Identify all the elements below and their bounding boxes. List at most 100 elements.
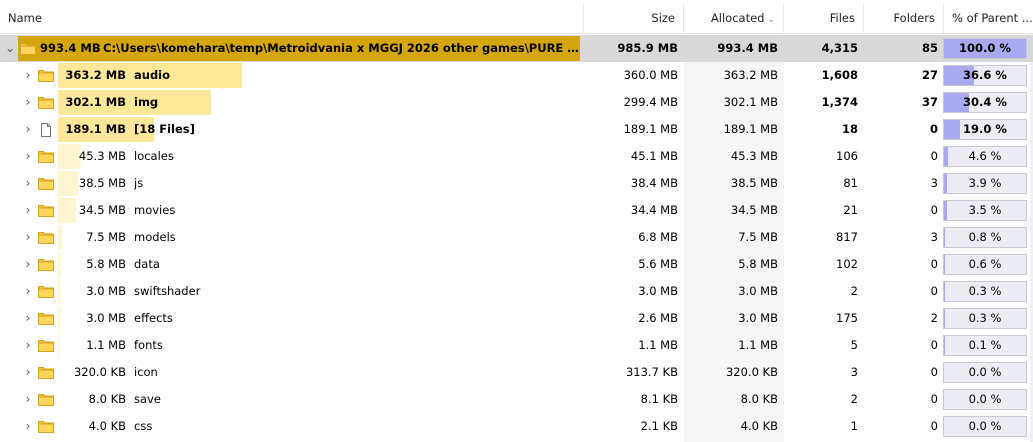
item-name: save [134,392,161,406]
column-allocated-label: Allocated [710,11,765,25]
chevron-right-icon[interactable]: › [22,386,34,413]
column-files[interactable]: Files [784,4,864,33]
item-files: 106 [836,149,858,163]
item-allocated: 3.0 MB [738,284,778,298]
tree-row[interactable]: › 45.3 MB locales 45.1 MB 45.3 MB 106 0 4.6 % [0,143,1033,170]
tree-row[interactable]: › 189.1 MB [18 Files] 189.1 MB 189.1 MB 18 0 19… [0,116,1033,143]
percent-label: 4.6 % [968,149,1002,163]
sort-descending-icon: ⌄ [767,15,775,25]
chevron-right-icon[interactable]: › [22,116,34,143]
chevron-right-icon[interactable]: › [22,143,34,170]
chevron-right-icon[interactable]: › [22,413,34,440]
item-folders: 0 [930,257,938,271]
item-size: 299.4 MB [623,95,678,109]
column-pct[interactable]: % of Parent ... [944,4,1033,33]
folder-icon [38,96,54,109]
chevron-right-icon[interactable]: › [22,305,34,332]
percent-label: 0.0 % [968,392,1002,406]
column-name-label: Name [8,11,42,25]
column-header: Name Size Allocated ⌄ Files Folders % of … [0,4,1033,34]
item-allocated: 34.5 MB [730,203,778,217]
tree-row[interactable]: › 363.2 MB audio 360.0 MB 363.2 MB 1,608 27 36.… [0,62,1033,89]
item-size: 3.0 MB [638,284,678,298]
percent-label: 0.6 % [968,257,1002,271]
folder-icon [38,366,54,379]
percent-bar: 4.6 % [943,146,1027,167]
file-icon [38,123,54,137]
item-allocated: 38.5 MB [730,176,778,190]
chevron-right-icon[interactable]: › [22,332,34,359]
item-name: [18 Files] [134,122,195,136]
root-files: 4,315 [821,41,858,55]
folder-icon [38,69,54,82]
item-files: 2 [850,392,858,406]
tree-row[interactable]: › 8.0 KB save 8.1 KB 8.0 KB 2 0 0.0 % [0,386,1033,413]
item-name: effects [134,311,173,325]
item-name: data [134,257,160,271]
tree-row[interactable]: › 320.0 KB icon 313.7 KB 320.0 KB 3 0 0.0 % [0,359,1033,386]
root-size: 985.9 MB [617,41,678,55]
tree-row[interactable]: › 5.8 MB data 5.6 MB 5.8 MB 102 0 0.6 % [0,251,1033,278]
tree-row[interactable]: › 3.0 MB effects 2.6 MB 3.0 MB 175 2 0.3 % [0,305,1033,332]
folder-icon [38,231,54,244]
column-size[interactable]: Size [584,4,684,33]
column-folders[interactable]: Folders [864,4,944,33]
item-folders: 0 [930,149,938,163]
root-percent-label: 100.0 % [959,41,1011,55]
tree-row[interactable]: › 302.1 MB img 299.4 MB 302.1 MB 1,374 37 30.4 … [0,89,1033,116]
item-folders: 37 [921,95,938,109]
percent-bar: 36.6 % [943,65,1027,86]
item-folders: 3 [930,230,938,244]
chevron-right-icon[interactable]: › [22,197,34,224]
chevron-down-icon[interactable]: ⌄ [4,35,16,62]
tree-row[interactable]: › 34.5 MB movies 34.4 MB 34.5 MB 21 0 3.5 % [0,197,1033,224]
item-size: 2.6 MB [638,311,678,325]
item-files: 21 [843,203,858,217]
root-allocated: 993.4 MB [717,41,778,55]
percent-bar: 0.6 % [943,254,1027,275]
item-folders: 0 [930,203,938,217]
item-files: 1 [850,419,858,433]
percent-label: 19.0 % [963,122,1007,136]
tree-row[interactable]: › 3.0 MB swiftshader 3.0 MB 3.0 MB 2 0 0.3 % [0,278,1033,305]
root-display-size: 993.4 MB [40,41,101,55]
chevron-right-icon[interactable]: › [22,359,34,386]
tree-row[interactable]: › 38.5 MB js 38.4 MB 38.5 MB 81 3 3.9 % [0,170,1033,197]
item-files: 1,608 [821,68,858,82]
tree-row[interactable]: › 1.1 MB fonts 1.1 MB 1.1 MB 5 0 0.1 % [0,332,1033,359]
chevron-right-icon[interactable]: › [22,224,34,251]
percent-label: 0.3 % [968,284,1002,298]
item-name: fonts [134,338,163,352]
chevron-right-icon[interactable]: › [22,278,34,305]
item-folders: 3 [930,176,938,190]
tree-row-root[interactable]: ⌄ 993.4 MB C:\Users\komehara\temp\Metroi… [0,35,1033,62]
root-folders: 85 [921,41,938,55]
tree-row[interactable]: › 7.5 MB models 6.8 MB 7.5 MB 817 3 0.8 % [0,224,1033,251]
display-size: 34.5 MB [78,203,126,217]
item-folders: 0 [930,365,938,379]
tree-row[interactable]: › 4.0 KB css 2.1 KB 4.0 KB 1 0 0.0 % [0,413,1033,440]
item-folders: 0 [930,419,938,433]
percent-label: 30.4 % [963,95,1007,109]
display-size: 8.0 KB [88,392,126,406]
item-size: 313.7 KB [625,365,678,379]
column-allocated[interactable]: Allocated ⌄ [684,4,784,33]
item-files: 81 [843,176,858,190]
chevron-right-icon[interactable]: › [22,89,34,116]
item-name: models [134,230,176,244]
percent-bar: 19.0 % [943,119,1027,140]
chevron-right-icon[interactable]: › [22,170,34,197]
display-size: 45.3 MB [78,149,126,163]
percent-bar: 0.0 % [943,362,1027,383]
display-size: 320.0 KB [73,365,126,379]
chevron-right-icon[interactable]: › [22,62,34,89]
percent-bar: 0.3 % [943,308,1027,329]
item-size: 189.1 MB [623,122,678,136]
percent-label: 0.3 % [968,311,1002,325]
item-name: locales [134,149,174,163]
chevron-right-icon[interactable]: › [22,251,34,278]
column-name[interactable]: Name [0,4,584,33]
folder-icon [38,177,54,190]
item-folders: 0 [930,392,938,406]
item-size: 360.0 MB [623,68,678,82]
